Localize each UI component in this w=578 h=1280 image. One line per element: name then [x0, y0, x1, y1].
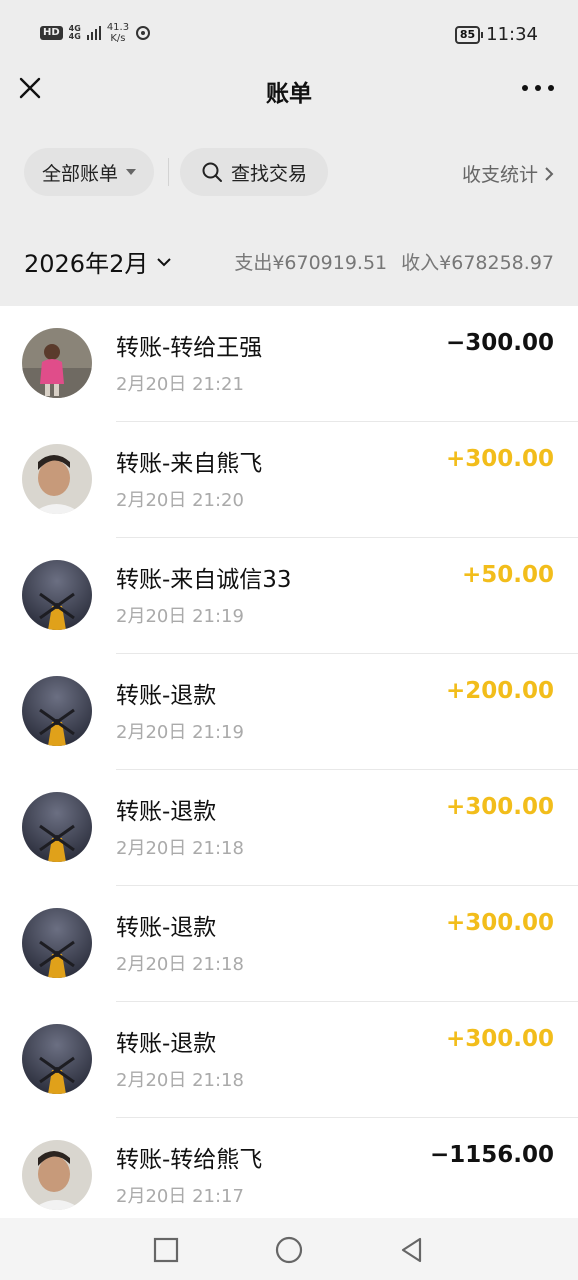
transaction-amount: +300.00 [445, 446, 554, 472]
status-left: HD 4G 4G 41.3 K/s [40, 22, 151, 44]
transaction-title: 转账-转给熊飞 [116, 1147, 263, 1173]
network-type-bottom: 4G [68, 32, 81, 41]
network-speed: 41.3 K/s [107, 22, 129, 44]
avatar [22, 444, 92, 514]
transaction-time: 2月20日 21:18 [116, 1070, 244, 1091]
transaction-time: 2月20日 21:18 [116, 838, 244, 859]
transaction-row[interactable]: 转账-退款 2月20日 21:18 +300.00 [0, 886, 578, 1002]
page-title: 账单 [266, 81, 312, 107]
transaction-amount: −300.00 [445, 330, 554, 356]
avatar [22, 328, 92, 398]
transaction-title: 转账-退款 [116, 915, 217, 941]
transaction-row[interactable]: 转账-来自诚信33 2月20日 21:19 +50.00 [0, 538, 578, 654]
transaction-amount: +300.00 [445, 794, 554, 820]
avatar [22, 792, 92, 862]
transaction-time: 2月20日 21:17 [116, 1186, 244, 1207]
all-bills-label: 全部账单 [41, 162, 118, 185]
avatar [22, 1140, 92, 1210]
square-icon[interactable] [152, 1236, 180, 1264]
transaction-row[interactable]: 转账-退款 2月20日 21:18 +300.00 [0, 770, 578, 886]
expense-total: 支出¥670919.51 [234, 252, 388, 274]
month-summary: 2026年2月 支出¥670919.51 收入¥678258.97 [0, 238, 578, 284]
transaction-row[interactable]: 转账-退款 2月20日 21:19 +200.00 [0, 654, 578, 770]
more-icon[interactable] [522, 78, 554, 98]
transaction-title: 转账-退款 [116, 683, 217, 709]
filter-row: 全部账单 查找交易 收支统计 [0, 144, 578, 198]
avatar [22, 560, 92, 630]
chevron-right-icon [545, 166, 554, 181]
transaction-amount: +300.00 [445, 910, 554, 936]
transaction-time: 2月20日 21:19 [116, 606, 244, 627]
battery-icon: 85 [454, 25, 484, 44]
network-type: 4G 4G [69, 25, 81, 41]
transaction-title: 转账-退款 [116, 1031, 217, 1057]
triangle-back-icon[interactable] [398, 1236, 426, 1264]
month-totals: 支出¥670919.51 收入¥678258.97 [234, 248, 554, 275]
stats-link[interactable]: 收支统计 [462, 160, 554, 187]
transaction-title: 转账-转给王强 [116, 335, 263, 361]
dropdown-arrow-icon [126, 169, 136, 175]
transaction-amount: +300.00 [445, 1026, 554, 1052]
transaction-list: 转账-转给王强 2月20日 21:21 −300.00 转账-来自熊飞 2月20日 21… [0, 306, 578, 1218]
month-selector[interactable]: 2026年2月 [24, 244, 172, 279]
system-nav-bar [0, 1218, 578, 1280]
hd-badge: HD [40, 26, 63, 40]
status-time: 11:34 [486, 24, 538, 45]
stats-label: 收支统计 [461, 164, 538, 186]
transaction-time: 2月20日 21:21 [116, 374, 244, 395]
all-bills-dropdown[interactable]: 全部账单 [24, 148, 154, 196]
chevron-down-icon [157, 257, 172, 266]
speed-unit: K/s [110, 33, 126, 44]
transaction-row[interactable]: 转账-来自熊飞 2月20日 21:20 +300.00 [0, 422, 578, 538]
status-right: 85 11:34 [454, 24, 538, 45]
transaction-amount: −1156.00 [429, 1142, 554, 1168]
transaction-amount: +200.00 [445, 678, 554, 704]
transaction-row[interactable]: 转账-转给熊飞 2月20日 21:17 −1156.00 [0, 1118, 578, 1218]
search-label: 查找交易 [230, 162, 307, 185]
search-transactions-button[interactable]: 查找交易 [180, 148, 328, 196]
transaction-amount: +50.00 [461, 562, 554, 588]
avatar [22, 908, 92, 978]
speed-value: 41.3 [106, 22, 130, 33]
signal-icon [86, 26, 101, 40]
avatar [22, 676, 92, 746]
filter-divider [168, 158, 169, 186]
transaction-title: 转账-退款 [116, 799, 217, 825]
sync-icon [136, 26, 151, 40]
transaction-time: 2月20日 21:20 [116, 490, 244, 511]
month-label: 2026年2月 [24, 250, 149, 278]
transaction-title: 转账-来自诚信33 [116, 567, 292, 593]
transaction-time: 2月20日 21:18 [116, 954, 244, 975]
circle-icon[interactable] [275, 1236, 303, 1264]
transaction-title: 转账-来自熊飞 [116, 451, 263, 477]
income-total: 收入¥678258.97 [401, 252, 554, 274]
transaction-time: 2月20日 21:19 [116, 722, 244, 743]
avatar [22, 1024, 92, 1094]
title-bar: 账单 [0, 60, 578, 120]
transaction-row[interactable]: 转账-退款 2月20日 21:18 +300.00 [0, 1002, 578, 1118]
transaction-row[interactable]: 转账-转给王强 2月20日 21:21 −300.00 [0, 306, 578, 422]
search-icon [202, 162, 222, 182]
